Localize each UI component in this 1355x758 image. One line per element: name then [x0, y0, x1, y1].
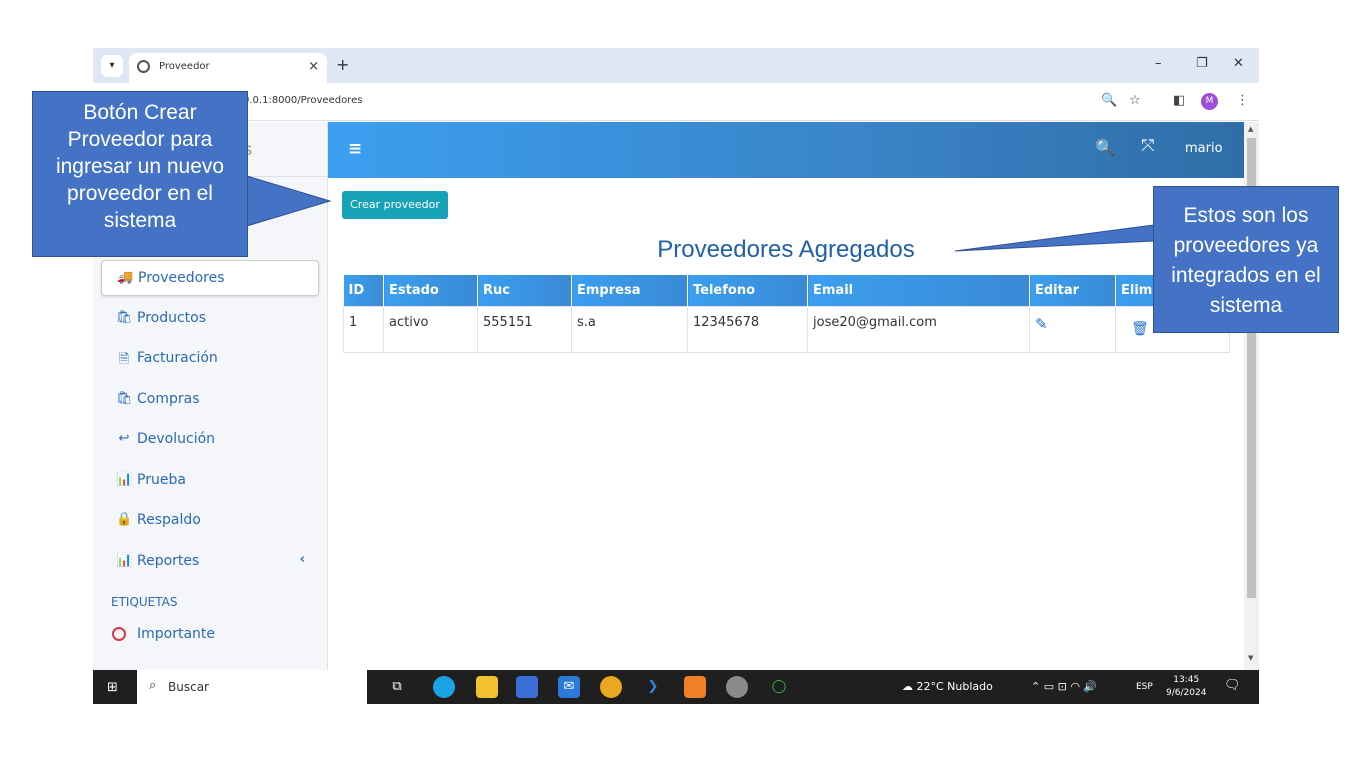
callout-create-button: Botón Crear Proveedor para ingresar un n… [32, 91, 248, 257]
callout-suppliers-list: Estos son los proveedores ya integrados … [1153, 186, 1339, 333]
left-callout-pointer [246, 175, 332, 227]
right-callout-pointer [954, 224, 1155, 252]
